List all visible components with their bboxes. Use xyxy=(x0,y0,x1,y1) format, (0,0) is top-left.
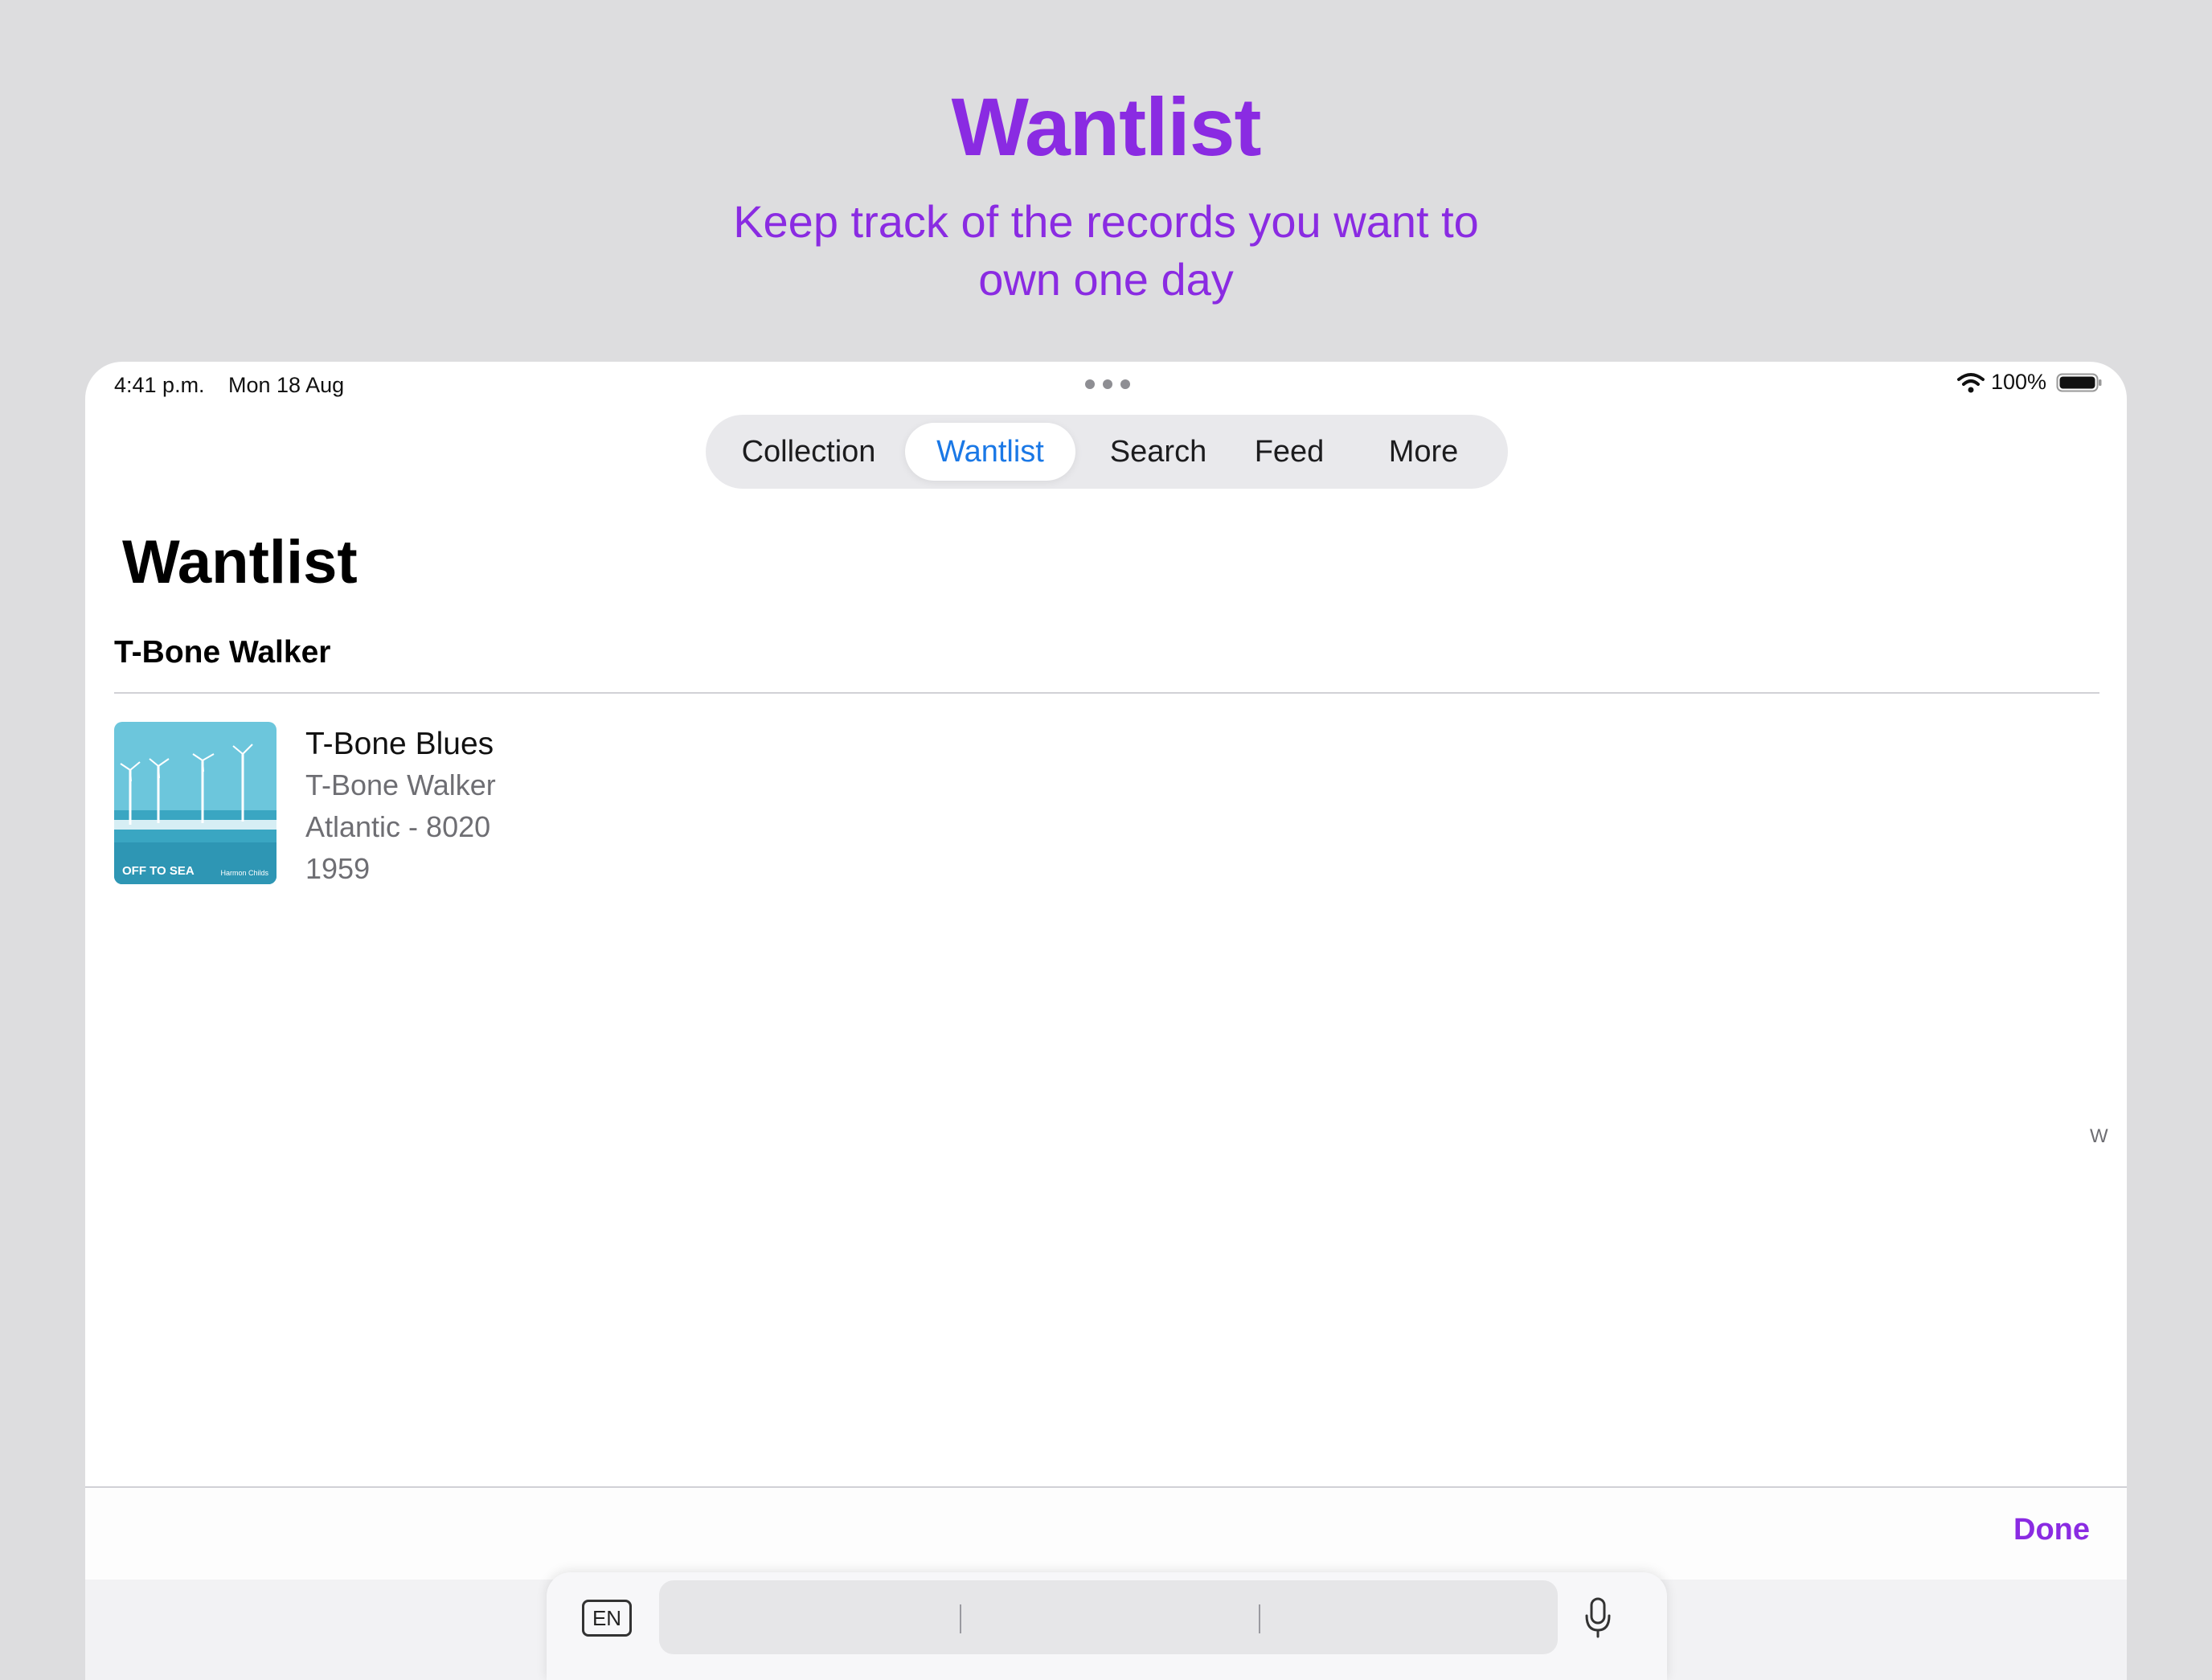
album-artwork: OFF TO SEA Harmon Childs xyxy=(114,722,276,884)
page-title: Wantlist xyxy=(122,528,358,596)
ipad-screen: 4:41 p.m. Mon 18 Aug 100% Collection Wan… xyxy=(85,362,2127,1680)
tab-wantlist[interactable]: Wantlist xyxy=(905,423,1075,481)
multitasking-dots-icon[interactable] xyxy=(1085,379,1130,389)
tab-feed[interactable]: Feed xyxy=(1239,423,1339,481)
promo-subtitle-line-1: Keep track of the records you want to xyxy=(733,196,1479,247)
artwork-text: OFF TO SEA xyxy=(122,864,195,878)
release-artist: T-Bone Walker xyxy=(305,768,496,801)
status-indicators: 100% xyxy=(1956,370,2103,395)
wifi-icon xyxy=(1956,372,1985,392)
promo-subtitle: Keep track of the records you want to ow… xyxy=(624,193,1588,309)
promo-title: Wantlist xyxy=(951,81,1262,173)
promo-subtitle-line-2: own one day xyxy=(978,254,1234,305)
language-key[interactable]: EN xyxy=(582,1600,632,1637)
section-index-w[interactable]: W xyxy=(2090,1125,2108,1148)
dictation-input[interactable] xyxy=(659,1580,1558,1654)
list-item[interactable]: OFF TO SEA Harmon Childs T-Bone Blues T-… xyxy=(114,722,2099,891)
section-header: T-Bone Walker xyxy=(114,635,331,670)
tab-more[interactable]: More xyxy=(1365,423,1482,481)
artwork-subtext: Harmon Childs xyxy=(220,869,268,877)
release-year: 1959 xyxy=(305,852,371,885)
status-date: Mon 18 Aug xyxy=(228,373,345,397)
section-divider xyxy=(114,692,2099,694)
microphone-icon[interactable] xyxy=(1583,1596,1612,1638)
keyboard-accessory-bar xyxy=(85,1488,2127,1580)
status-time: 4:41 p.m. xyxy=(114,373,205,397)
text-caret xyxy=(960,1604,961,1633)
done-button[interactable]: Done xyxy=(2013,1513,2090,1547)
release-title: T-Bone Blues xyxy=(305,727,494,761)
release-label-catalog: Atlantic - 8020 xyxy=(305,810,491,843)
tab-search[interactable]: Search xyxy=(1090,423,1227,481)
dictation-bar: EN xyxy=(547,1572,1667,1680)
battery-percentage: 100% xyxy=(1990,370,2046,394)
tab-collection[interactable]: Collection xyxy=(728,423,889,481)
tab-bar: Collection Wantlist Search Feed More xyxy=(706,415,1508,489)
text-caret xyxy=(1259,1604,1260,1633)
battery-icon xyxy=(2056,373,2102,391)
